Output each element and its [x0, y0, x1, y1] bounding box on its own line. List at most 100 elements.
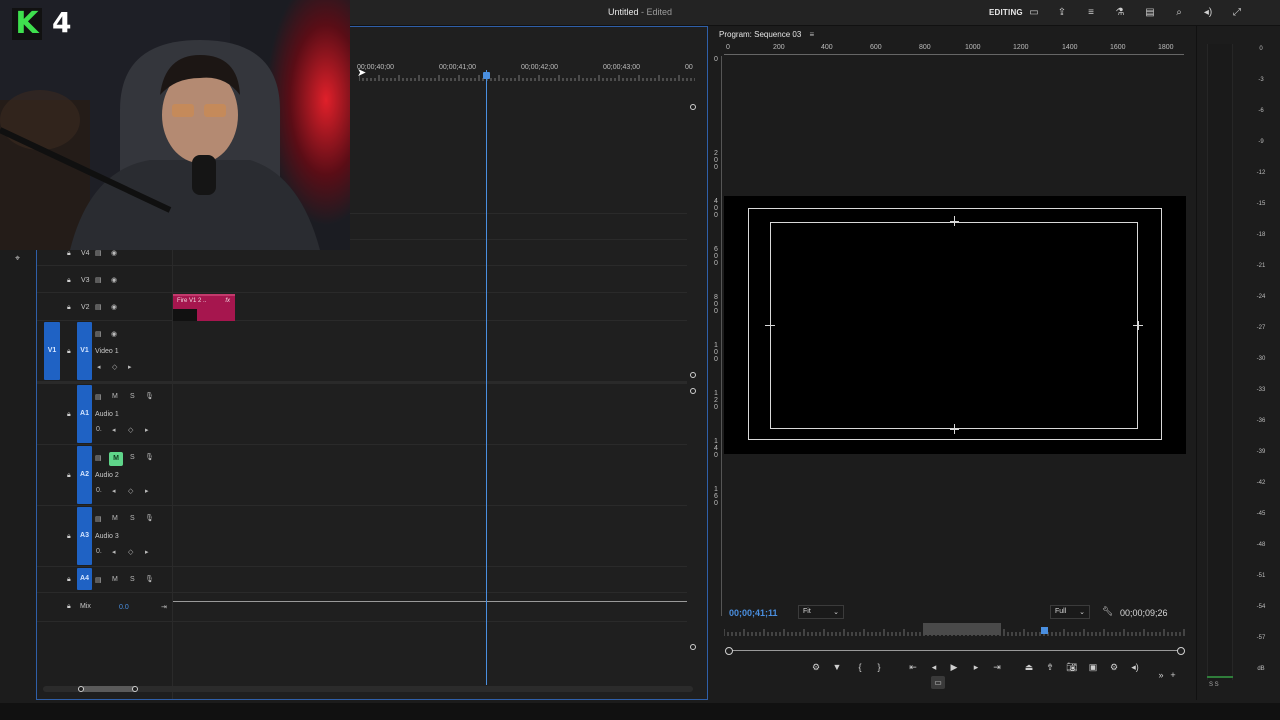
- solo-button[interactable]: S: [130, 454, 135, 461]
- eye-icon[interactable]: ◉: [111, 303, 117, 311]
- zoom-bar[interactable]: [728, 650, 1182, 651]
- comparison-view-icon[interactable]: ▣: [1087, 662, 1099, 673]
- lock-icon[interactable]: 🔒︎: [67, 603, 71, 611]
- extract-icon[interactable]: ⇮: [1044, 662, 1056, 673]
- track-target-a4[interactable]: A4: [77, 568, 92, 590]
- vr-toggle-icon[interactable]: ▭: [931, 676, 945, 689]
- mix-value[interactable]: 0.0: [119, 604, 129, 611]
- scroll-handle[interactable]: [690, 388, 696, 394]
- playhead-handle[interactable]: [483, 72, 490, 79]
- panel-layout-icon[interactable]: ▭: [1027, 6, 1041, 20]
- channel-labels[interactable]: S S: [1209, 682, 1219, 688]
- monitor-title[interactable]: Program: Sequence 03 ≡: [719, 30, 814, 39]
- share-icon[interactable]: ⇪: [1055, 6, 1069, 20]
- program-monitor[interactable]: Program: Sequence 03 ≡ 0 200 400 600 800…: [714, 26, 1194, 700]
- wrench-icon[interactable]: 🔧︎: [1102, 606, 1113, 617]
- playhead-line[interactable]: [486, 70, 487, 685]
- next-keyframe-icon[interactable]: ▸: [145, 548, 149, 556]
- menu-icon[interactable]: ≡: [1084, 6, 1098, 20]
- keyframe-icon[interactable]: ◇: [112, 363, 117, 371]
- microphone-icon[interactable]: 🎙︎: [145, 575, 154, 583]
- microphone-icon[interactable]: 🎙︎: [145, 453, 154, 461]
- keyframe-icon[interactable]: ◇: [128, 487, 133, 495]
- playhead-timecode[interactable]: 00;00;41;11: [729, 608, 778, 618]
- lock-icon[interactable]: 🔒︎: [67, 533, 71, 541]
- scroll-handle[interactable]: [690, 372, 696, 378]
- track-target-a1[interactable]: A1: [77, 385, 92, 443]
- track-target-v1[interactable]: V1: [77, 322, 92, 380]
- next-keyframe-icon[interactable]: ▸: [145, 426, 149, 434]
- mute-button-active[interactable]: M: [109, 452, 123, 466]
- sync-lock-icon[interactable]: ▤: [95, 576, 102, 584]
- fx-badge[interactable]: fx: [225, 298, 230, 304]
- track-name[interactable]: Audio 2: [95, 472, 119, 479]
- source-patch-v1[interactable]: V1: [44, 322, 60, 380]
- prev-keyframe-icon[interactable]: ◂: [112, 426, 116, 434]
- track-name[interactable]: Audio 3: [95, 533, 119, 540]
- mark-out-icon[interactable]: }: [873, 662, 885, 672]
- proxy-toggle-icon[interactable]: ⚙: [1108, 662, 1120, 673]
- zoom-handle-right[interactable]: [1177, 647, 1185, 655]
- volume-level[interactable]: 0.: [96, 487, 102, 494]
- keyframe-icon[interactable]: ◇: [128, 426, 133, 434]
- zoom-scrollbar[interactable]: [43, 686, 693, 692]
- lift-icon[interactable]: ⏏: [1023, 662, 1035, 673]
- eye-icon[interactable]: ◉: [111, 276, 117, 284]
- lock-icon[interactable]: 🔒︎: [67, 250, 75, 258]
- mute-button[interactable]: M: [112, 393, 118, 400]
- lock-icon[interactable]: 🔒︎: [67, 304, 71, 312]
- prev-keyframe-icon[interactable]: ◂: [112, 487, 116, 495]
- step-back-icon[interactable]: ◂: [928, 662, 940, 673]
- microphone-icon[interactable]: 🎙︎: [145, 392, 154, 400]
- fullscreen-icon[interactable]: ⤢: [1230, 6, 1244, 20]
- sync-lock-icon[interactable]: ▤: [95, 393, 102, 401]
- track-id[interactable]: V4: [81, 250, 90, 257]
- eye-icon[interactable]: ◉: [111, 330, 117, 338]
- track-name[interactable]: Video 1: [95, 348, 119, 355]
- play-icon[interactable]: ▶: [948, 662, 960, 673]
- sync-lock-icon[interactable]: ▤: [95, 249, 102, 257]
- eye-icon[interactable]: ◉: [111, 249, 117, 257]
- search-icon[interactable]: ⌕: [1172, 6, 1186, 20]
- solo-button[interactable]: S: [130, 393, 135, 400]
- lock-icon[interactable]: 🔒︎: [67, 411, 71, 419]
- step-forward-icon[interactable]: ▸: [970, 662, 982, 673]
- monitor-title-text[interactable]: Program: Sequence 03: [719, 30, 801, 39]
- lock-icon[interactable]: 🔒︎: [67, 277, 71, 285]
- export-frame-icon[interactable]: 📷︎: [1066, 662, 1078, 673]
- zoom-scrollbar-thumb[interactable]: [81, 686, 137, 692]
- add-marker-icon[interactable]: ▼: [831, 662, 843, 672]
- snap-icon[interactable]: ⌖: [15, 253, 20, 264]
- video-clip[interactable]: Fire V1 2 .. fx: [173, 294, 235, 321]
- scroll-handle[interactable]: [690, 644, 696, 650]
- sync-lock-icon[interactable]: ▤: [95, 330, 102, 338]
- track-id[interactable]: V2: [81, 304, 90, 311]
- time-ruler[interactable]: [359, 74, 695, 81]
- panel-menu-icon[interactable]: ≡: [810, 30, 815, 39]
- track-target-a2[interactable]: A2: [77, 446, 92, 504]
- next-keyframe-icon[interactable]: ▸: [128, 363, 132, 371]
- comment-icon[interactable]: ▤: [1143, 6, 1157, 20]
- mute-button[interactable]: M: [112, 576, 118, 583]
- zoom-handle-right[interactable]: [132, 686, 138, 692]
- sync-lock-icon[interactable]: ▤: [95, 276, 102, 284]
- more-controls-icon[interactable]: »: [1155, 670, 1167, 680]
- volume-level[interactable]: 0.: [96, 548, 102, 555]
- next-keyframe-icon[interactable]: ▸: [145, 487, 149, 495]
- fit-dropdown[interactable]: Fit ⌄: [798, 605, 844, 619]
- beta-flask-icon[interactable]: ⚗: [1113, 6, 1127, 20]
- volume-level[interactable]: 0.: [96, 426, 102, 433]
- workspace-label[interactable]: EDITING: [989, 8, 1023, 17]
- track-name[interactable]: Audio 1: [95, 411, 119, 418]
- in-out-range[interactable]: [923, 623, 1001, 635]
- monitor-playhead[interactable]: [1041, 627, 1048, 634]
- prev-keyframe-icon[interactable]: ◂: [97, 363, 101, 371]
- video-audio-divider[interactable]: [37, 381, 687, 384]
- lock-icon[interactable]: 🔒︎: [67, 472, 71, 480]
- microphone-icon[interactable]: 🎙︎: [145, 514, 154, 522]
- collapse-icon[interactable]: ⇥: [161, 603, 167, 611]
- scroll-handle[interactable]: [690, 104, 696, 110]
- go-to-in-icon[interactable]: ⇤: [907, 662, 919, 673]
- zoom-handle-left[interactable]: [725, 647, 733, 655]
- zoom-handle-left[interactable]: [78, 686, 84, 692]
